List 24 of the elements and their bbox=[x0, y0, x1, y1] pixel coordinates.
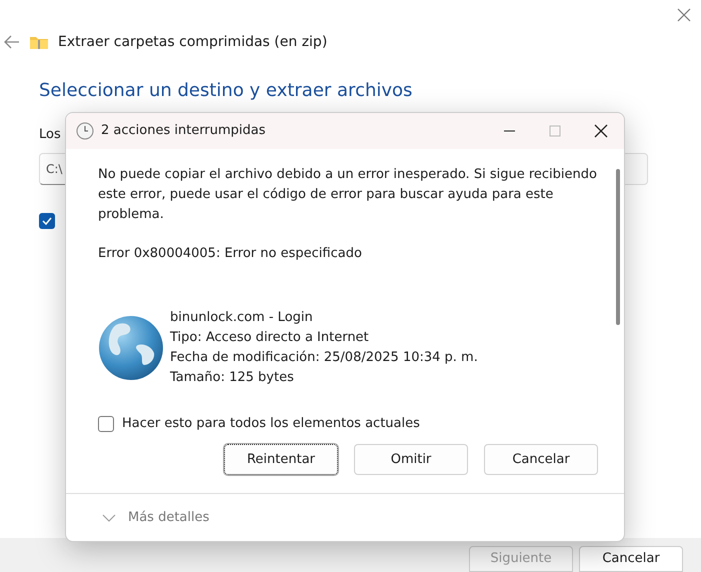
details-toggle[interactable]: Más detalles bbox=[128, 508, 210, 528]
chevron-icon[interactable] bbox=[102, 512, 116, 522]
zip-folder-icon bbox=[30, 35, 48, 49]
field-label: Los bbox=[39, 126, 61, 144]
file-type: Tipo: Acceso directo a Internet bbox=[170, 329, 369, 347]
checkbox[interactable] bbox=[39, 212, 55, 228]
wizard-heading: Seleccionar un destino y extraer archivos bbox=[39, 79, 412, 103]
wizard-button[interactable]: Cancelar bbox=[579, 546, 683, 572]
file-name: binunlock.com - Login bbox=[170, 309, 313, 327]
dialog-button[interactable]: Reintentar bbox=[224, 444, 338, 475]
checkbox[interactable] bbox=[98, 416, 114, 432]
checkbox-label: Hacer esto para todos los elementos actuales bbox=[122, 415, 420, 433]
error-code: Error 0x80004005: Error no especificado bbox=[98, 245, 363, 263]
dialog-button[interactable]: Cancelar bbox=[484, 444, 598, 475]
check-icon bbox=[42, 216, 52, 226]
back-arrow-icon[interactable] bbox=[4, 35, 20, 49]
globe-icon bbox=[98, 315, 164, 381]
error-message: No puede copiar el archivo debido a un error inesperado. Si sigue recibiendo este error, puede usar el código de error para buscar ayuda para este problema. bbox=[98, 166, 598, 224]
clock-icon bbox=[76, 122, 94, 140]
file-modified: Fecha de modificación: 25/08/2025 10:34 p. m. bbox=[170, 349, 478, 367]
dialog-title: 2 acciones interrumpidas bbox=[101, 122, 266, 140]
wizard-title: Extraer carpetas comprimidas (en zip) bbox=[58, 32, 328, 52]
file-size: Tamaño: 125 bytes bbox=[170, 369, 294, 387]
dialog-button[interactable]: Omitir bbox=[354, 444, 468, 475]
